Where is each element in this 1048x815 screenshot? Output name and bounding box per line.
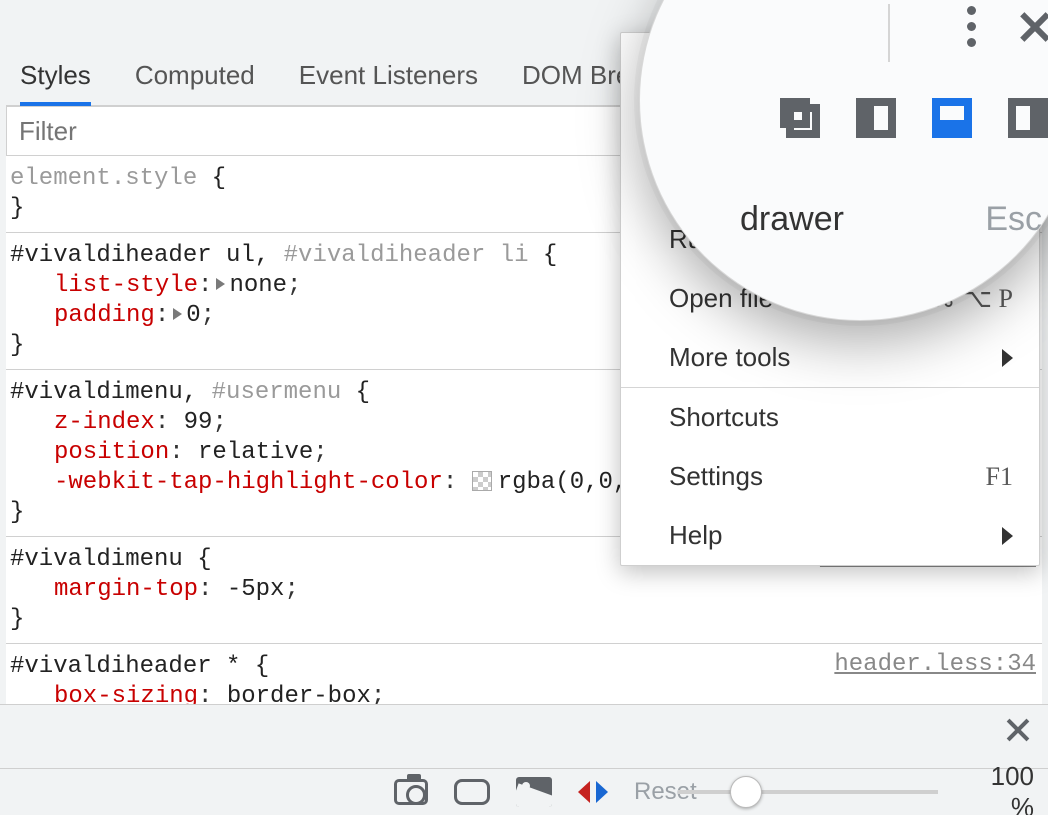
value: -5px [227, 576, 285, 603]
menu-item-label: Shortcuts [669, 402, 779, 433]
dock-right-icon[interactable] [1008, 98, 1048, 138]
bottom-toolbar: Reset 100 % [0, 768, 1048, 814]
declaration[interactable]: margin-top: -5px; [10, 575, 1038, 605]
menu-item-shortcut: F1 [986, 462, 1013, 492]
dock-bottom-icon[interactable] [932, 98, 972, 138]
selector: #vivaldimenu [10, 546, 183, 573]
property: list-style [54, 272, 198, 299]
menu-item-drawer[interactable]: drawer Esc [740, 200, 1042, 239]
kebab-menu-icon[interactable] [967, 6, 976, 47]
menu-item[interactable]: More tools [621, 328, 1039, 387]
close-drawer-icon[interactable] [1002, 714, 1034, 746]
drawer-shortcut: Esc [985, 200, 1042, 239]
property: z-index [54, 409, 155, 436]
menu-item-label: Help [669, 520, 722, 551]
menu-item[interactable]: Help [621, 506, 1039, 565]
selector: #vivaldiheader * [10, 653, 240, 680]
tab-event-listeners[interactable]: Event Listeners [299, 48, 500, 105]
property: margin-top [54, 576, 198, 603]
rectangle-icon[interactable] [454, 779, 490, 805]
value: 99 [184, 409, 213, 436]
close-icon[interactable] [1014, 7, 1048, 47]
menu-item[interactable]: Settings F1 [621, 447, 1039, 506]
dock-undock-icon[interactable] [780, 98, 820, 138]
drawer-label: drawer [740, 200, 844, 239]
property: position [54, 439, 169, 466]
dock-side-row [780, 98, 1048, 138]
menu-item[interactable]: Shortcuts [621, 388, 1039, 447]
source-link[interactable]: header.less:34 [834, 650, 1036, 680]
expand-triangle-icon[interactable] [216, 278, 225, 290]
menu-item-label: More tools [669, 342, 790, 373]
selector: #vivaldiheader ul [10, 242, 255, 269]
zoom-slider[interactable] [678, 790, 938, 794]
tab-styles[interactable]: Styles [20, 48, 113, 105]
image-icon[interactable] [516, 777, 552, 807]
toggle-icon[interactable] [578, 781, 608, 803]
value: 0 [186, 302, 200, 329]
color-swatch-icon[interactable] [472, 471, 492, 491]
selector: #vivaldimenu [10, 379, 183, 406]
zoom-value: 100 % [964, 761, 1034, 815]
expand-triangle-icon[interactable] [173, 308, 182, 320]
value: relative [198, 439, 313, 466]
separator [888, 4, 890, 62]
dock-left-icon[interactable] [856, 98, 896, 138]
selector: #usermenu [212, 379, 342, 406]
selector: , [183, 379, 212, 406]
selector: #vivaldiheader li [284, 242, 529, 269]
menu-item-label: Settings [669, 461, 763, 492]
selector: , [255, 242, 284, 269]
drawer-close-row [0, 704, 1048, 754]
tab-computed[interactable]: Computed [135, 48, 277, 105]
zoom-thumb[interactable] [730, 776, 762, 808]
value: none [229, 272, 287, 299]
camera-icon[interactable] [394, 779, 428, 805]
selector: element.style [10, 165, 197, 192]
property: padding [54, 302, 155, 329]
property: -webkit-tap-highlight-color [54, 469, 443, 496]
